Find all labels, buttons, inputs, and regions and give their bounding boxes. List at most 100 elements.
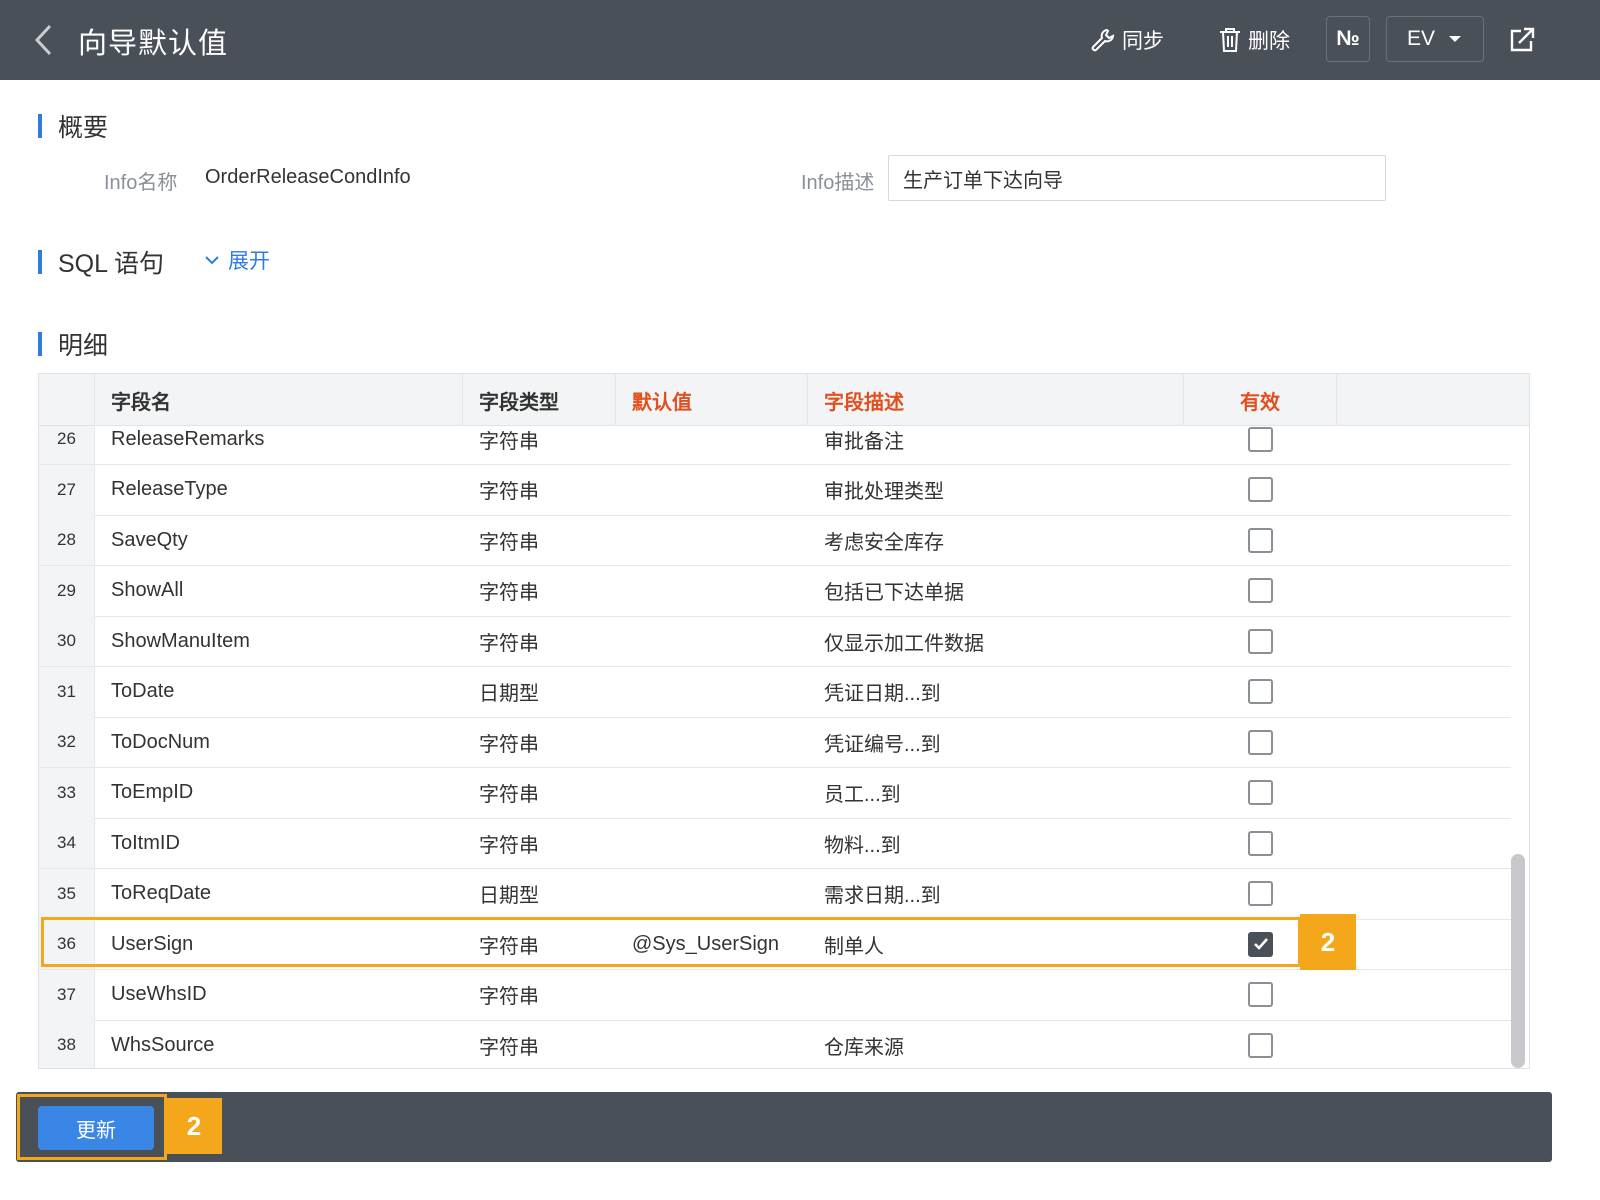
valid-checkbox[interactable] [1248, 426, 1273, 452]
table-row[interactable]: 34 ToItmID 字符串 物料...到 [39, 818, 1511, 869]
valid-checkbox[interactable] [1248, 729, 1273, 755]
row-number: 31 [39, 666, 95, 717]
cell-valid [1248, 1020, 1273, 1068]
cell-field-type: 字符串 [479, 632, 539, 655]
valid-checkbox[interactable] [1248, 527, 1273, 553]
row-number: 36 [39, 919, 95, 969]
cell-field-name: ToReqDate [111, 882, 212, 904]
header-field-desc[interactable]: 字段描述 [808, 374, 1184, 426]
cell-field-name: ToEmpID [111, 781, 194, 803]
valid-checkbox[interactable] [1248, 830, 1273, 856]
cell-valid [1248, 717, 1273, 767]
cell-field-desc: 制单人 [824, 935, 884, 958]
cell-field-type: 日期型 [479, 885, 539, 907]
cell-field-name: ReleaseType [111, 478, 228, 500]
cell-field-name: ShowAll [111, 579, 184, 601]
detail-title: 明细 [58, 332, 109, 360]
cell-field-type: 字符串 [479, 986, 539, 1008]
table-row[interactable]: 32 ToDocNum 字符串 凭证编号...到 [39, 717, 1511, 768]
valid-checkbox[interactable] [1248, 982, 1273, 1007]
trash-icon [1220, 28, 1240, 52]
table-row[interactable]: 31 ToDate 日期型 凭证日期...到 [39, 666, 1511, 718]
sync-button[interactable]: 同步 [1090, 20, 1164, 60]
cell-field-desc: 员工...到 [824, 784, 901, 806]
cell-field-desc: 考虑安全库存 [824, 531, 944, 554]
header-field-name[interactable]: 字段名 [95, 374, 463, 426]
table-row[interactable]: 30 ShowManuItem 字符串 仅显示加工件数据 [39, 616, 1511, 667]
cell-field-name: ReleaseRemarks [111, 427, 265, 450]
cell-field-type: 字符串 [479, 784, 539, 806]
table-row[interactable]: 27 ReleaseType 字符串 审批处理类型 [39, 464, 1511, 516]
header-field-type[interactable]: 字段类型 [463, 374, 616, 426]
valid-checkbox[interactable] [1248, 881, 1273, 906]
valid-checkbox[interactable] [1248, 931, 1273, 957]
chevron-left-icon [34, 24, 52, 56]
row-number: 27 [39, 464, 95, 515]
row-number: 32 [39, 717, 95, 767]
cell-valid [1248, 667, 1273, 717]
cell-field-name: SaveQty [111, 528, 188, 551]
number-button[interactable]: № [1326, 16, 1370, 62]
table-row[interactable]: 33 ToEmpID 字符串 员工...到 [39, 767, 1511, 819]
valid-checkbox[interactable] [1248, 628, 1273, 654]
cell-field-desc: 审批备注 [824, 430, 904, 453]
cell-field-type: 日期型 [479, 683, 539, 705]
section-marker [38, 250, 42, 274]
expand-label: 展开 [228, 250, 270, 273]
header-default-value[interactable]: 默认值 [616, 374, 808, 426]
cell-field-name: ShowManuItem [111, 629, 250, 652]
cell-valid [1248, 818, 1273, 868]
update-button[interactable]: 更新 [38, 1106, 154, 1150]
table-row[interactable]: 29 ShowAll 字符串 包括已下达单据 [39, 565, 1511, 617]
valid-checkbox[interactable] [1248, 578, 1273, 603]
sync-label: 同步 [1122, 30, 1164, 53]
scrollbar-thumb[interactable] [1511, 854, 1525, 1068]
sql-expand-toggle[interactable]: 展开 [204, 245, 270, 275]
cell-valid [1248, 970, 1273, 1020]
button-callout-badge: 2 [166, 1098, 222, 1154]
cell-valid [1248, 426, 1273, 464]
table-row[interactable]: 28 SaveQty 字符串 考虑安全库存 [39, 515, 1511, 566]
header-valid[interactable]: 有效 [1184, 374, 1337, 426]
valid-checkbox[interactable] [1248, 1032, 1273, 1058]
cell-field-type: 字符串 [479, 935, 539, 958]
caret-down-icon [1449, 36, 1461, 42]
valid-checkbox[interactable] [1248, 679, 1273, 704]
row-number: 37 [39, 969, 95, 1020]
cell-valid [1248, 566, 1273, 616]
table-row[interactable]: 36 UserSign 字符串 @Sys_UserSign 制单人 [39, 919, 1511, 970]
cell-default-value[interactable]: @Sys_UserSign [632, 919, 779, 969]
info-name-value: OrderReleaseCondInfo [205, 166, 411, 188]
export-button[interactable] [1508, 20, 1542, 60]
section-marker [38, 332, 42, 356]
cell-field-type: 字符串 [479, 582, 539, 604]
table-row[interactable]: 37 UseWhsID 字符串 [39, 969, 1511, 1021]
valid-checkbox[interactable] [1248, 780, 1273, 805]
cell-field-type: 字符串 [479, 834, 539, 857]
info-desc-field[interactable] [888, 155, 1386, 201]
cell-valid [1248, 515, 1273, 565]
back-button[interactable] [26, 22, 60, 58]
row-number: 30 [39, 616, 95, 666]
cell-field-name: UseWhsID [111, 983, 207, 1005]
checkmark-icon [1253, 938, 1268, 950]
cell-field-type: 字符串 [479, 481, 539, 503]
row-number: 28 [39, 515, 95, 565]
page-title: 向导默认值 [78, 28, 229, 60]
row-number: 29 [39, 565, 95, 616]
env-dropdown[interactable]: EV [1386, 16, 1484, 62]
table-row[interactable]: 38 WhsSource 字符串 仓库来源 [39, 1020, 1511, 1068]
table-row[interactable]: 35 ToReqDate 日期型 需求日期...到 [39, 868, 1511, 920]
cell-valid [1248, 919, 1273, 969]
valid-checkbox[interactable] [1248, 477, 1273, 502]
table-row[interactable]: 26 ReleaseRemarks 字符串 审批备注 [39, 426, 1511, 465]
delete-button[interactable]: 删除 [1218, 20, 1290, 60]
env-label: EV [1406, 27, 1435, 50]
cell-field-type: 字符串 [479, 1036, 539, 1059]
sql-title: SQL 语句 [58, 250, 165, 278]
delete-label: 删除 [1248, 30, 1290, 53]
number-label: № [1336, 27, 1360, 50]
cell-field-desc: 仓库来源 [824, 1036, 904, 1059]
cell-field-name: WhsSource [111, 1033, 215, 1056]
cell-valid [1248, 465, 1273, 515]
